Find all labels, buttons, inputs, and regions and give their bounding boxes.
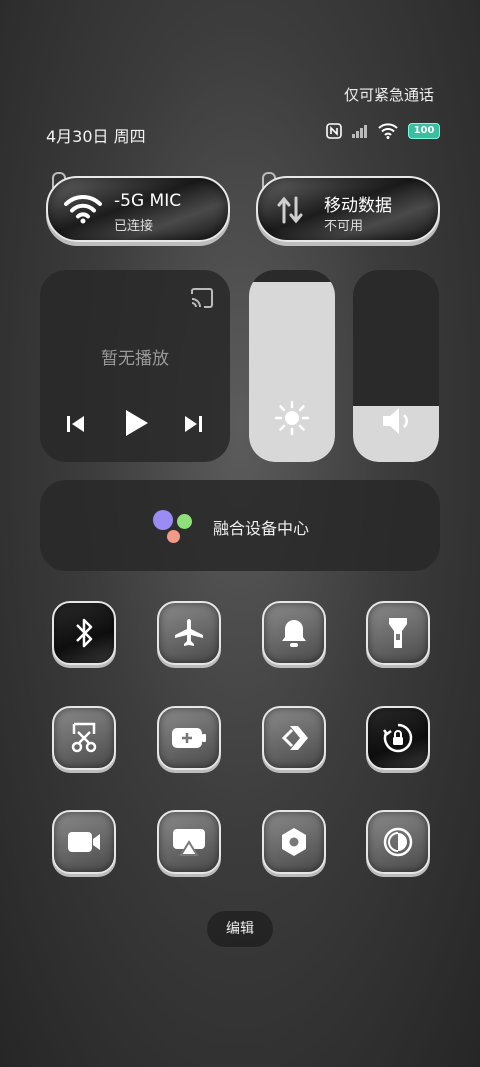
flashlight-toggle[interactable] [366,601,430,665]
screen-cast-icon [173,829,205,856]
wifi-tile[interactable]: -5G MIC 已连接 [46,176,230,242]
share-icon [281,726,308,750]
fusion-dot-purple [153,510,173,530]
fusion-dot-red [167,530,180,543]
video-camera-icon [68,832,100,852]
wifi-status-icon [378,123,398,139]
emergency-call-only: 仅可紧急通话 [343,86,434,104]
bluetooth-toggle[interactable] [52,601,116,665]
previous-icon[interactable] [65,413,87,435]
fusion-label: 融合设备中心 [213,519,310,538]
brightness-slider[interactable] [249,270,335,462]
scissors-icon [71,722,97,753]
wifi-icon [64,194,102,224]
nearby-share-toggle[interactable] [262,706,326,770]
ring-toggle[interactable] [262,601,326,665]
screen-record-toggle[interactable] [52,810,116,874]
play-icon[interactable] [122,408,150,438]
battery-icon: 100 [408,123,440,139]
dark-mode-toggle[interactable] [366,810,430,874]
mobile-data-tile[interactable]: 移动数据 不可用 [256,176,440,242]
status-date: 4月30日 周四 [46,127,146,146]
fusion-dot-green [177,514,192,529]
mobile-data-label: 移动数据 [324,196,392,216]
wifi-name: -5G MIC [114,191,182,211]
battery-plus-icon [172,728,206,748]
volume-slider[interactable] [353,270,439,462]
media-title: 暂无播放 [101,349,169,369]
airplane-toggle[interactable] [157,601,221,665]
contrast-icon [383,827,413,857]
sun-icon [274,400,310,436]
hexagon-settings-icon [282,828,306,856]
rotation-lock-toggle[interactable] [366,706,430,770]
media-player: 暂无播放 [40,270,230,462]
edit-button[interactable]: 编辑 [207,911,273,947]
wifi-state: 已连接 [114,219,154,234]
rotation-lock-icon [383,723,413,753]
speaker-icon [383,408,408,434]
signal-icon [352,125,367,138]
cast-toggle[interactable] [157,810,221,874]
status-icons: 100 [326,123,440,139]
data-arrows-icon [277,196,303,224]
battery-saver-toggle[interactable] [157,706,221,770]
fusion-device-center[interactable]: 融合设备中心 [40,480,440,571]
screenshot-toggle[interactable] [52,706,116,770]
settings-toggle[interactable] [262,810,326,874]
cast-icon[interactable] [190,288,214,308]
bluetooth-icon [76,618,93,648]
nfc-icon [326,123,342,139]
flashlight-icon [389,618,407,648]
mobile-data-state: 不可用 [324,219,364,234]
next-icon[interactable] [182,413,204,435]
bell-icon [282,620,306,647]
airplane-icon [175,619,203,646]
